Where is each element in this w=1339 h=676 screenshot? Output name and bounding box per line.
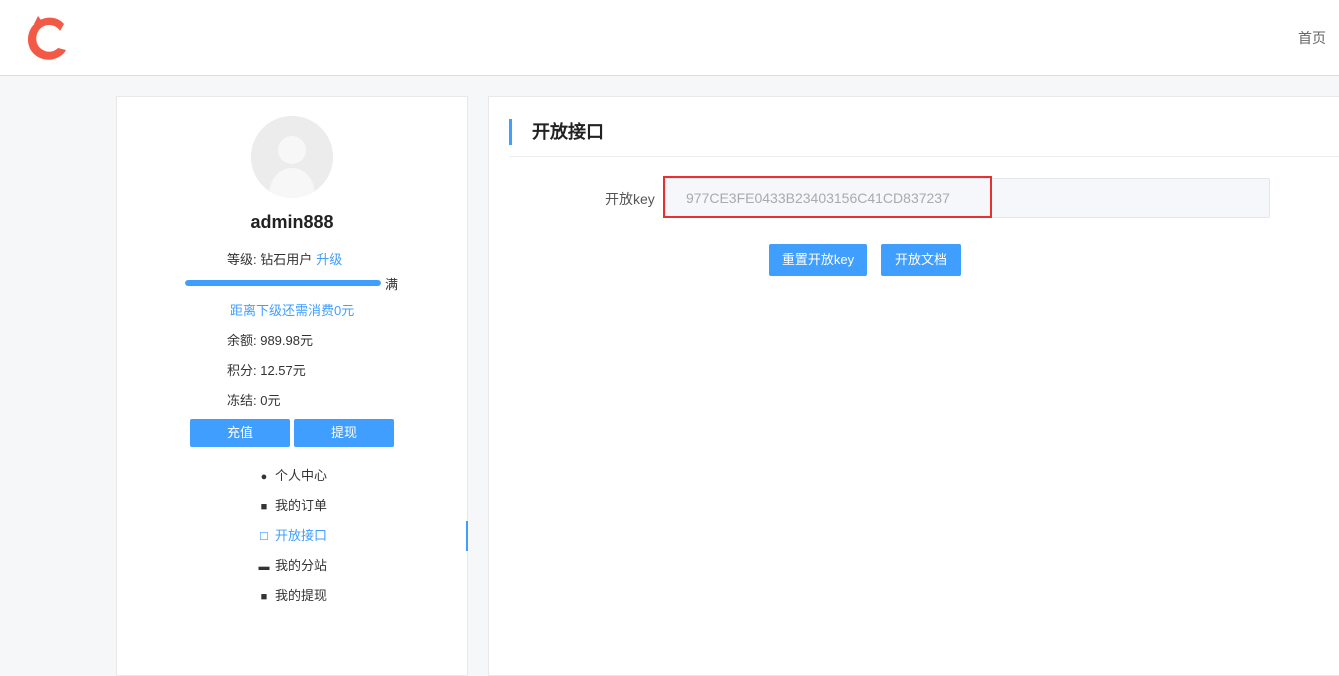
upgrade-link[interactable]: 升级 [316, 252, 342, 267]
menu-item-label: 我的分站 [274, 558, 327, 573]
brand-logo-icon[interactable] [24, 14, 70, 62]
store-icon: ▬ [258, 561, 270, 573]
api-icon: ☐ [259, 531, 269, 543]
key-label: 开放key [605, 191, 655, 207]
menu-active-indicator [466, 521, 468, 551]
user-icon: ● [260, 471, 268, 483]
recharge-button[interactable]: 充值 [190, 419, 290, 447]
withdraw-button[interactable]: 提现 [294, 419, 394, 447]
level-progress-bar [185, 280, 381, 286]
level-label: 等级: 钻石用户 [227, 252, 313, 267]
progress-text: 满 [385, 277, 399, 292]
menu-item-my-substation[interactable]: ▬ 我的分站 [117, 555, 467, 577]
next-level-hint: 距离下级还需消费0元 [230, 303, 355, 318]
menu-item-label: 我的订单 [274, 498, 327, 513]
username: admin888 [250, 212, 334, 232]
api-docs-button[interactable]: 开放文档 [881, 244, 961, 276]
reset-key-button[interactable]: 重置开放key [769, 244, 867, 276]
user-level: 等级: 钻石用户 升级 [227, 249, 342, 268]
menu-item-open-api[interactable]: ☐ 开放接口 [117, 525, 467, 547]
menu-item-my-withdrawals[interactable]: ■ 我的提现 [117, 585, 467, 607]
menu-item-label: 我的提现 [274, 588, 327, 603]
title-divider [509, 156, 1339, 157]
page-title: 开放接口 [509, 119, 604, 145]
menu-item-label: 开放接口 [274, 528, 327, 543]
user-sidebar: admin888 等级: 钻石用户 升级 满 距离下级还需消费0元 余额: 989… [116, 96, 468, 676]
points-text: 积分: 12.57元 [227, 363, 306, 378]
api-key-field[interactable]: 977CE3FE0433B23403156C41CD837237 [665, 178, 1270, 218]
wallet-icon: ■ [260, 591, 268, 603]
main-content: 开放接口 开放key 977CE3FE0433B23403156C41CD837… [488, 96, 1339, 676]
frozen-text: 冻结: 0元 [227, 393, 281, 408]
clipboard-icon: ■ [260, 501, 268, 513]
balance-text: 余额: 989.98元 [227, 333, 313, 348]
level-progress-fill [185, 280, 381, 286]
avatar[interactable] [251, 116, 333, 198]
nav-home-link[interactable]: 首页 [1298, 28, 1326, 48]
menu-item-personal-center[interactable]: ● 个人中心 [117, 465, 467, 487]
menu-item-label: 个人中心 [274, 468, 327, 483]
menu-item-my-orders[interactable]: ■ 我的订单 [117, 495, 467, 517]
top-navbar: 首页 [0, 0, 1339, 76]
